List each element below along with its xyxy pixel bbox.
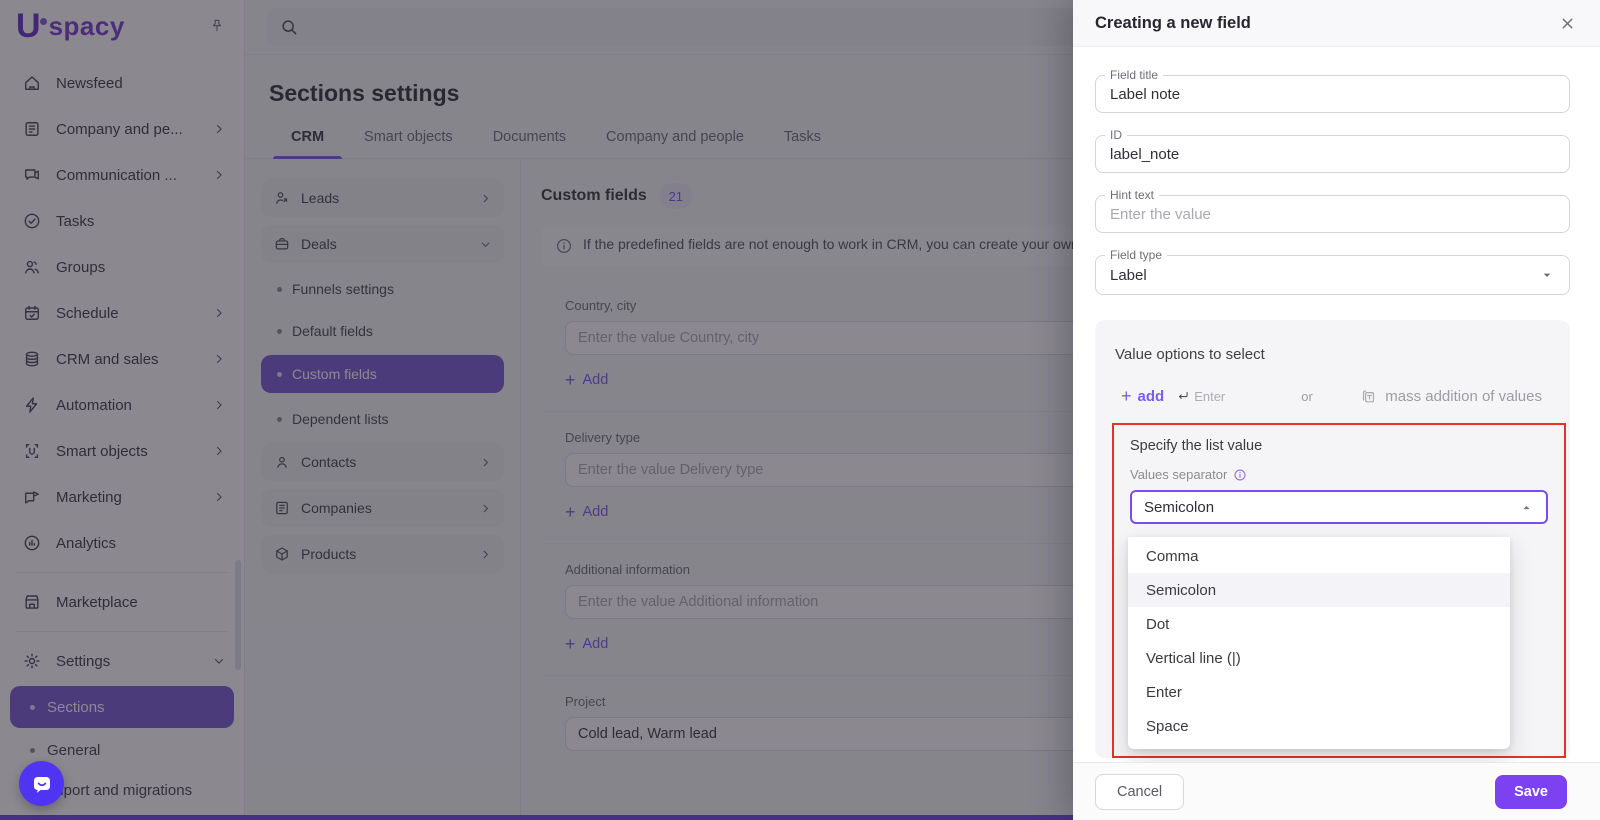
id-value: label_note xyxy=(1110,146,1179,163)
value-options-heading: Value options to select xyxy=(1095,346,1570,363)
chat-launcher-button[interactable] xyxy=(19,761,64,806)
hint-text-label: Hint text xyxy=(1105,188,1159,202)
value-options-panel: Value options to select + add Enter or m… xyxy=(1095,320,1570,758)
enter-hint-label: Enter xyxy=(1194,389,1225,404)
close-icon[interactable] xyxy=(1559,15,1576,32)
modal-title: Creating a new field xyxy=(1095,14,1251,33)
modal-footer: Cancel Save xyxy=(1073,762,1600,820)
field-type-label: Field type xyxy=(1105,248,1167,262)
field-type-value: Label xyxy=(1110,267,1147,284)
caret-down-icon xyxy=(1539,267,1555,283)
enter-key-hint: Enter xyxy=(1176,389,1225,404)
or-label: or xyxy=(1301,389,1313,404)
field-title-label: Field title xyxy=(1105,68,1163,82)
dropdown-option-comma[interactable]: Comma xyxy=(1128,539,1510,573)
dropdown-option-dot[interactable]: Dot xyxy=(1128,607,1510,641)
info-icon xyxy=(1233,468,1247,482)
dropdown-option-vertical-line[interactable]: Vertical line (|) xyxy=(1128,641,1510,675)
dropdown-option-space[interactable]: Space xyxy=(1128,709,1510,743)
mass-addition-button[interactable]: mass addition of values xyxy=(1360,388,1542,405)
dropdown-option-semicolon[interactable]: Semicolon xyxy=(1128,573,1510,607)
creating-new-field-modal: Creating a new field Field title Label n… xyxy=(1073,0,1600,820)
modal-header: Creating a new field xyxy=(1073,0,1600,47)
plus-icon: + xyxy=(1121,387,1132,405)
separator-dropdown-menu: Comma Semicolon Dot Vertical line (|) En… xyxy=(1128,537,1510,749)
field-type-select[interactable]: Field type Label xyxy=(1095,255,1570,295)
screen: U spacy Newsfeed Company and pe... xyxy=(0,0,1600,820)
modal-body: Field title Label note ID label_note Hin… xyxy=(1073,47,1600,762)
return-arrow-icon xyxy=(1176,389,1190,403)
values-separator-row: Values separator xyxy=(1130,467,1548,482)
dropdown-option-enter[interactable]: Enter xyxy=(1128,675,1510,709)
field-title-field[interactable]: Field title Label note xyxy=(1095,75,1570,113)
values-separator-value: Semicolon xyxy=(1144,499,1214,516)
field-title-value: Label note xyxy=(1110,86,1180,103)
highlight-annotation-box: Specify the list value Values separator … xyxy=(1112,423,1566,758)
add-option-label: add xyxy=(1138,388,1165,405)
hint-text-placeholder: Enter the value xyxy=(1110,206,1211,223)
id-label: ID xyxy=(1105,128,1127,142)
id-field[interactable]: ID label_note xyxy=(1095,135,1570,173)
cancel-button[interactable]: Cancel xyxy=(1095,774,1184,810)
values-separator-select[interactable]: Semicolon xyxy=(1130,490,1548,524)
caret-up-icon xyxy=(1519,500,1534,515)
clipboard-text-icon xyxy=(1360,388,1377,405)
mass-addition-label: mass addition of values xyxy=(1385,388,1542,405)
value-options-actions: + add Enter or mass addition of values xyxy=(1095,387,1570,405)
save-button[interactable]: Save xyxy=(1495,775,1567,809)
list-value-heading: Specify the list value xyxy=(1130,438,1548,454)
values-separator-label: Values separator xyxy=(1130,467,1227,482)
add-option-button[interactable]: + add xyxy=(1121,387,1164,405)
chat-bubble-icon xyxy=(30,772,54,796)
hint-text-field[interactable]: Hint text Enter the value xyxy=(1095,195,1570,233)
